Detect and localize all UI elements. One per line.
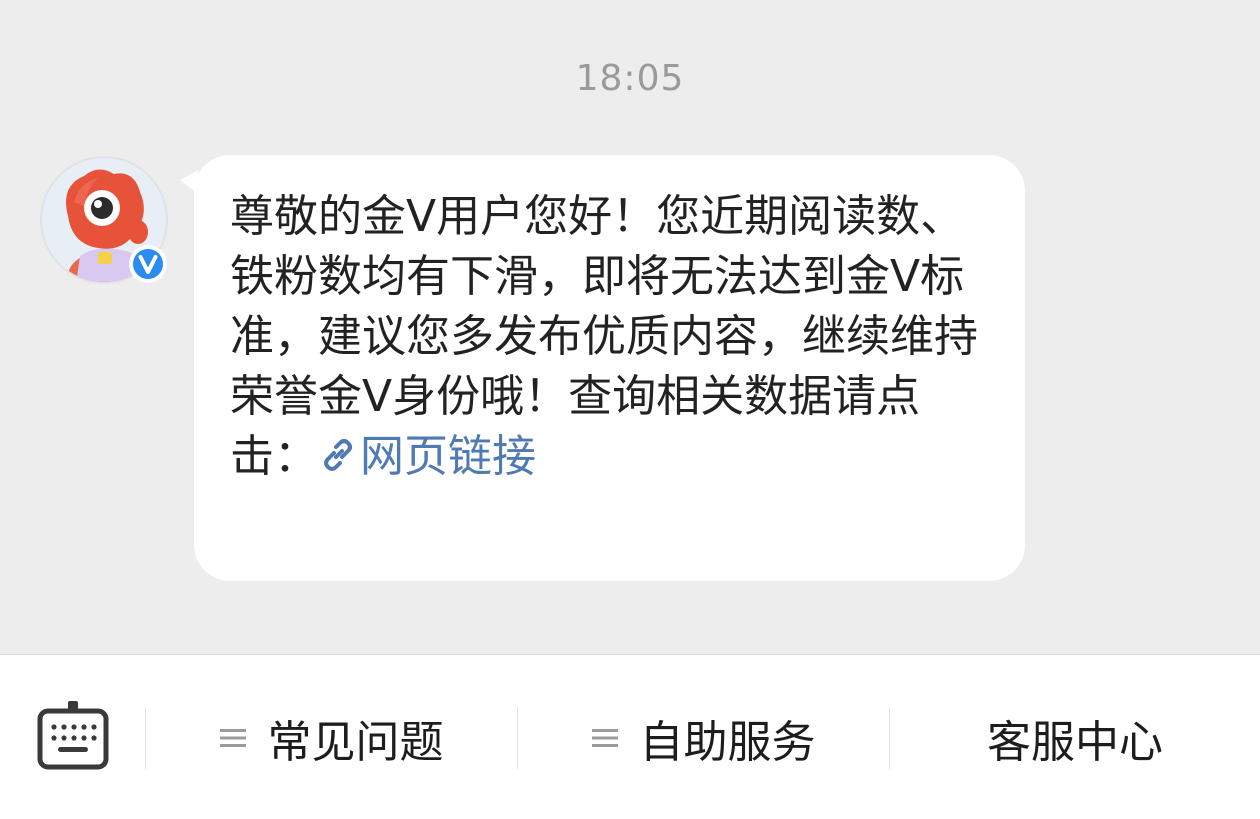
menu-item-label: 客服中心 — [987, 717, 1163, 768]
message-timestamp: 18:05 — [575, 58, 685, 99]
keyboard-toggle-button[interactable] — [34, 699, 112, 777]
verified-v-badge-icon — [129, 245, 167, 283]
chat-area: 18:05 尊敬的金V用户您好！您近期阅读数、铁粉数均有下滑，即将无法达到金V标… — [0, 0, 1260, 654]
menu-item-faq[interactable]: 常见问题 — [146, 705, 517, 771]
menu-item-label: 常见问题 — [267, 717, 444, 768]
menu-item-customer-service[interactable]: 客服中心 — [890, 705, 1260, 771]
bottom-menu-bar: 常见问题 自助服务 客服中心 — [0, 654, 1260, 819]
keyboard-icon — [37, 701, 109, 770]
menu-lines-icon — [219, 729, 246, 747]
menu-item-label: 自助服务 — [639, 717, 816, 768]
sender-avatar[interactable] — [40, 156, 168, 284]
menu-lines-icon — [591, 729, 618, 747]
menu-item-self-service[interactable]: 自助服务 — [518, 705, 889, 771]
message-text: 尊敬的金V用户您好！您近期阅读数、铁粉数均有下滑，即将无法达到金V标准，建议您多… — [230, 187, 996, 487]
web-link-label: 网页链接 — [360, 431, 536, 482]
link-icon — [324, 439, 352, 471]
web-link[interactable]: 网页链接 — [318, 431, 536, 482]
